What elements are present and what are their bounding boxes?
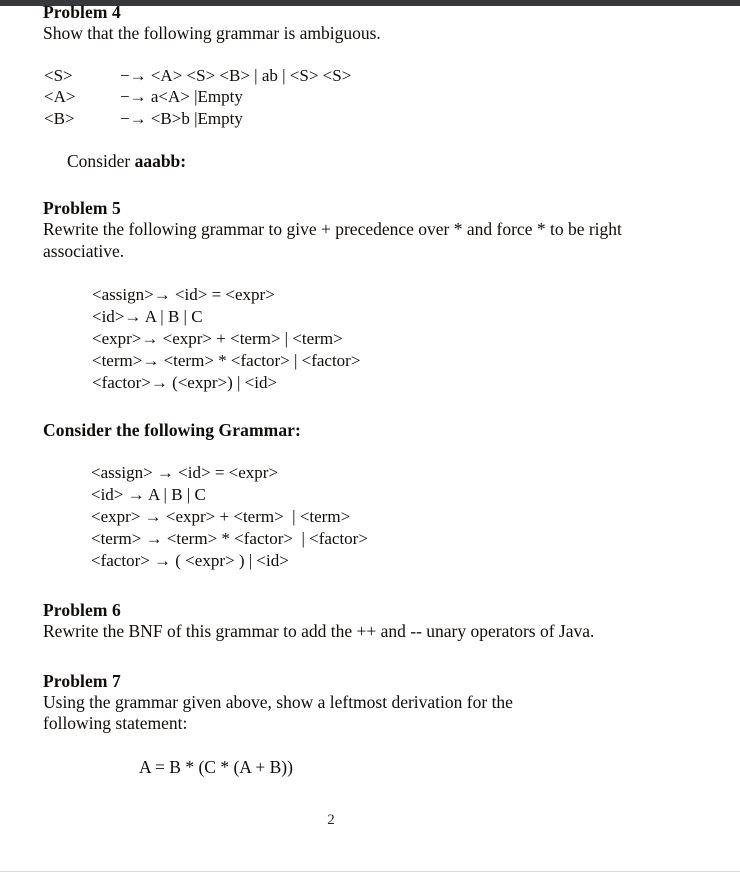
grammar-line: <factor>→ (<expr>) | <id> [92, 372, 697, 394]
grammar-lhs: <term> [92, 350, 143, 370]
grammar-line: <factor> → ( <expr> ) | <id> [91, 550, 289, 570]
grammar-line: <A> −→ a<A> |Empty [44, 86, 697, 108]
grammar-line: <expr> → <expr> + <term> | <term> [91, 506, 351, 526]
problem-7-prompt: Using the grammar given above, show a le… [43, 691, 513, 734]
consider-label: Consider [67, 150, 135, 171]
grammar-rhs: → <id> = <expr> [153, 285, 275, 305]
problem-7-heading: Problem 7 [43, 670, 121, 691]
consider-string: aaabb: [134, 150, 187, 171]
grammar-lhs: <S> [44, 65, 73, 85]
problem-7-statement: A = B * (C * (A + B)) [139, 756, 293, 777]
bottom-divider [0, 871, 740, 872]
grammar-rhs: → <term> * <factor> | <factor> [142, 350, 361, 370]
problem-5-grammar: <assign>→ <id> = <expr> <id>→ A | B | C … [43, 284, 697, 393]
consider-grammar-block: <assign> → <id> = <expr> <id> → A | B | … [43, 462, 697, 571]
problem-4-grammar: <S> −→ <A> <S> <B> | ab | <S> <S> <A> −→ a… [43, 65, 697, 130]
grammar-rhs: → A | B | C [124, 307, 203, 327]
document-page: Problem 4 Show that the following gramma… [0, 0, 740, 879]
grammar-lhs: <A> [44, 87, 76, 107]
grammar-line: <id>→ A | B | C [92, 306, 697, 328]
problem-4-consider: Consider aaabb: [43, 151, 667, 173]
grammar-rhs: −→ <B>b |Empty [120, 109, 243, 129]
problem-5-prompt: Rewrite the following grammar to give + … [43, 219, 622, 261]
page-number: 2 [327, 812, 335, 828]
grammar-lhs: <id> [92, 307, 125, 327]
problem-4-prompt: Show that the following grammar is ambig… [43, 23, 381, 43]
grammar-line: <term>→ <term> * <factor> | <factor> [92, 350, 697, 372]
consider-grammar-heading: Consider the following Grammar: [43, 420, 301, 441]
problem-4-heading: Problem 4 [43, 2, 121, 22]
grammar-lhs: <expr> [92, 328, 142, 348]
problem-5-heading: Problem 5 [43, 198, 121, 219]
grammar-lhs: <B> [44, 109, 75, 129]
grammar-line: <term> → <term> * <factor> | <factor> [91, 528, 368, 548]
grammar-rhs: → <expr> + <term> | <term> [141, 328, 343, 348]
grammar-line: <B> −→ <B>b |Empty [44, 108, 697, 130]
grammar-rhs: → (<expr>) | <id> [150, 372, 278, 392]
grammar-line: <expr>→ <expr> + <term> | <term> [92, 328, 697, 350]
grammar-line: <assign>→ <id> = <expr> [92, 284, 697, 306]
grammar-lhs: <factor> [92, 372, 151, 392]
grammar-rhs: −→ a<A> |Empty [120, 87, 243, 107]
grammar-lhs: <assign> [92, 285, 154, 305]
grammar-line: <assign> → <id> = <expr> [91, 463, 279, 483]
grammar-line: <id> → A | B | C [91, 485, 206, 505]
grammar-line: <S> −→ <A> <S> <B> | ab | <S> <S> [44, 65, 697, 87]
grammar-rhs: −→ <A> <S> <B> | ab | <S> <S> [120, 65, 352, 85]
problem-6-prompt: Rewrite the BNF of this grammar to add t… [43, 621, 595, 642]
problem-6-heading: Problem 6 [43, 600, 121, 621]
document-content: Problem 4 Show that the following gramma… [43, 0, 697, 778]
